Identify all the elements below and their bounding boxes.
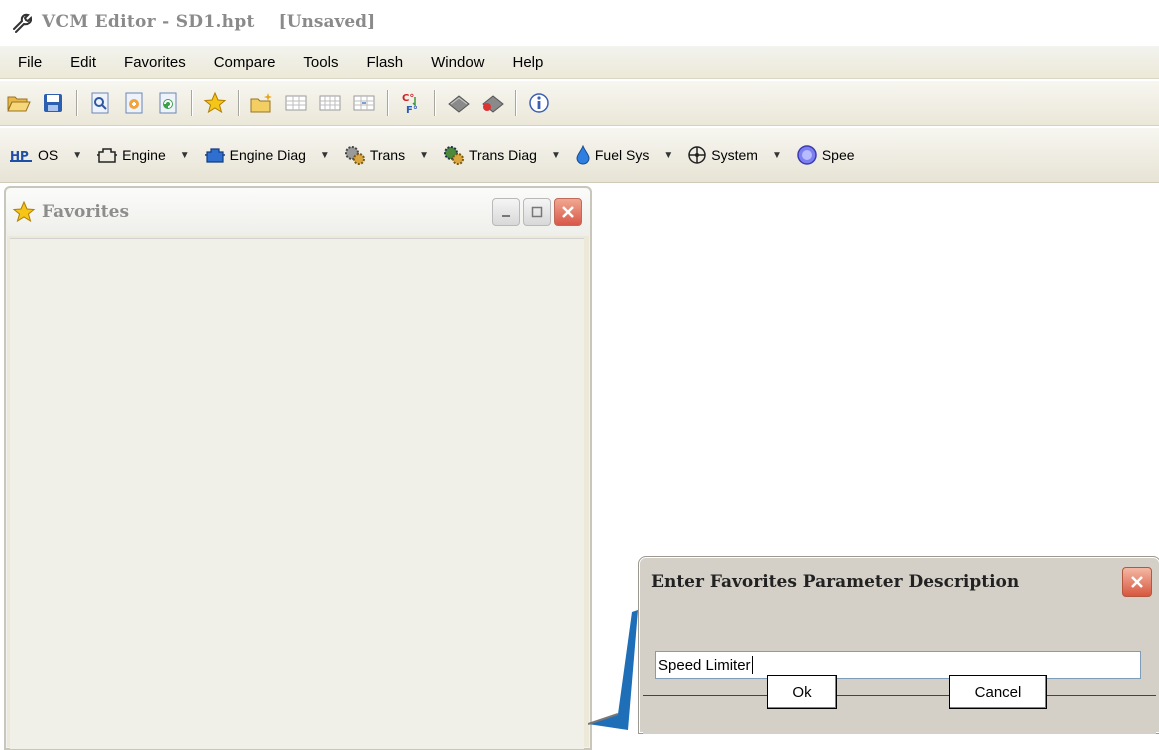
dialog-title: Enter Favorites Parameter Description bbox=[651, 572, 1020, 592]
main-toolbar: C° F° bbox=[0, 81, 1159, 126]
dialog-close-button[interactable] bbox=[1122, 567, 1152, 597]
category-engine[interactable]: Engine ▼ bbox=[96, 146, 190, 164]
toolbar-separator bbox=[387, 90, 388, 116]
document-refresh-icon[interactable] bbox=[153, 87, 183, 119]
info-icon[interactable] bbox=[524, 87, 554, 119]
chevron-down-icon[interactable]: ▼ bbox=[772, 150, 782, 161]
category-fuel-sys[interactable]: Fuel Sys ▼ bbox=[575, 145, 673, 165]
toolbar-separator bbox=[238, 90, 239, 116]
fuel-drop-icon bbox=[575, 145, 591, 165]
open-folder-icon[interactable] bbox=[4, 87, 34, 119]
category-label: OS bbox=[38, 147, 59, 163]
menu-tools[interactable]: Tools bbox=[293, 54, 348, 71]
close-button[interactable] bbox=[554, 198, 582, 226]
star-icon bbox=[12, 200, 36, 224]
window-title: VCM Editor - SD1.hpt bbox=[42, 12, 255, 32]
category-engine-diag[interactable]: Engine Diag ▼ bbox=[204, 146, 330, 164]
maximize-button[interactable] bbox=[523, 198, 551, 226]
menu-bar: File Edit Favorites Compare Tools Flash … bbox=[0, 46, 1159, 79]
chevron-down-icon[interactable]: ▼ bbox=[180, 150, 190, 161]
category-label: Fuel Sys bbox=[594, 147, 650, 163]
gears-diag-icon bbox=[443, 145, 465, 165]
chip-write-icon[interactable] bbox=[477, 87, 507, 119]
text-cursor bbox=[751, 656, 753, 674]
toolbar-separator bbox=[434, 90, 435, 116]
menu-edit[interactable]: Edit bbox=[60, 54, 106, 71]
menu-flash[interactable]: Flash bbox=[356, 54, 413, 71]
svg-text:C°: C° bbox=[402, 93, 414, 104]
category-label: Engine Diag bbox=[229, 147, 306, 163]
chevron-down-icon[interactable]: ▼ bbox=[551, 150, 561, 161]
menu-file[interactable]: File bbox=[8, 54, 52, 71]
description-input-value: Speed Limiter bbox=[658, 656, 751, 674]
grid-icon[interactable] bbox=[281, 87, 311, 119]
menu-help[interactable]: Help bbox=[503, 54, 554, 71]
engine-icon bbox=[96, 146, 118, 164]
save-icon[interactable] bbox=[38, 87, 68, 119]
toolbar-separator bbox=[515, 90, 516, 116]
category-label: Engine bbox=[122, 147, 166, 163]
close-icon bbox=[1129, 574, 1145, 590]
hp-logo-icon: HP bbox=[10, 148, 34, 162]
category-trans[interactable]: Trans ▼ bbox=[344, 145, 429, 165]
favorites-window: Favorites bbox=[4, 186, 592, 750]
toolbar-separator bbox=[76, 90, 77, 116]
favorites-description-dialog: Enter Favorites Parameter Description Sp… bbox=[638, 556, 1159, 734]
category-label: System bbox=[711, 147, 758, 163]
close-icon bbox=[561, 205, 575, 219]
minimize-icon bbox=[500, 206, 512, 218]
grid-compare-icon[interactable] bbox=[349, 87, 379, 119]
minimize-button[interactable] bbox=[492, 198, 520, 226]
unsaved-status: [Unsaved] bbox=[278, 12, 376, 32]
category-speedo[interactable]: Spee bbox=[796, 144, 855, 166]
description-input[interactable]: Speed Limiter bbox=[655, 651, 1141, 679]
category-trans-diag[interactable]: Trans Diag ▼ bbox=[443, 145, 561, 165]
grid-plus-icon[interactable] bbox=[315, 87, 345, 119]
category-os[interactable]: HP OS ▼ bbox=[10, 147, 82, 163]
category-system[interactable]: System ▼ bbox=[687, 145, 782, 165]
chevron-down-icon[interactable]: ▼ bbox=[72, 150, 82, 161]
speedometer-icon bbox=[796, 144, 818, 166]
gears-icon bbox=[344, 145, 366, 165]
chip-read-icon[interactable] bbox=[443, 87, 473, 119]
engine-diag-icon bbox=[204, 146, 226, 164]
category-label: Trans bbox=[369, 147, 406, 163]
menu-compare[interactable]: Compare bbox=[204, 54, 286, 71]
title-bar: VCM Editor - SD1.hpt [Unsaved] bbox=[0, 0, 1159, 44]
ok-button[interactable]: Ok bbox=[767, 675, 837, 709]
favorites-star-icon[interactable] bbox=[200, 87, 230, 119]
favorites-list[interactable] bbox=[10, 238, 584, 749]
document-arrow-icon[interactable] bbox=[119, 87, 149, 119]
chevron-down-icon[interactable]: ▼ bbox=[663, 150, 673, 161]
menu-window[interactable]: Window bbox=[421, 54, 494, 71]
wrench-icon bbox=[8, 9, 34, 35]
svg-text:F°: F° bbox=[406, 105, 418, 115]
menu-favorites[interactable]: Favorites bbox=[114, 54, 196, 71]
maximize-icon bbox=[531, 206, 543, 218]
dialog-button-area bbox=[643, 695, 1156, 734]
cancel-button[interactable]: Cancel bbox=[949, 675, 1047, 709]
category-label: Trans Diag bbox=[469, 147, 537, 163]
category-label: Spee bbox=[821, 147, 855, 163]
toolbar-separator bbox=[191, 90, 192, 116]
chevron-down-icon[interactable]: ▼ bbox=[419, 150, 429, 161]
category-toolbar: HP OS ▼ Engine ▼ Engine Diag ▼ Trans ▼ T… bbox=[0, 128, 1159, 183]
dialog-titlebar[interactable]: Enter Favorites Parameter Description bbox=[639, 557, 1159, 607]
favorites-title: Favorites bbox=[42, 202, 130, 222]
system-fan-icon bbox=[687, 145, 707, 165]
convert-cf-icon[interactable]: C° F° bbox=[396, 87, 426, 119]
chevron-down-icon[interactable]: ▼ bbox=[320, 150, 330, 161]
favorites-titlebar[interactable]: Favorites bbox=[6, 188, 590, 236]
document-search-icon[interactable] bbox=[85, 87, 115, 119]
new-folder-icon[interactable] bbox=[247, 87, 277, 119]
